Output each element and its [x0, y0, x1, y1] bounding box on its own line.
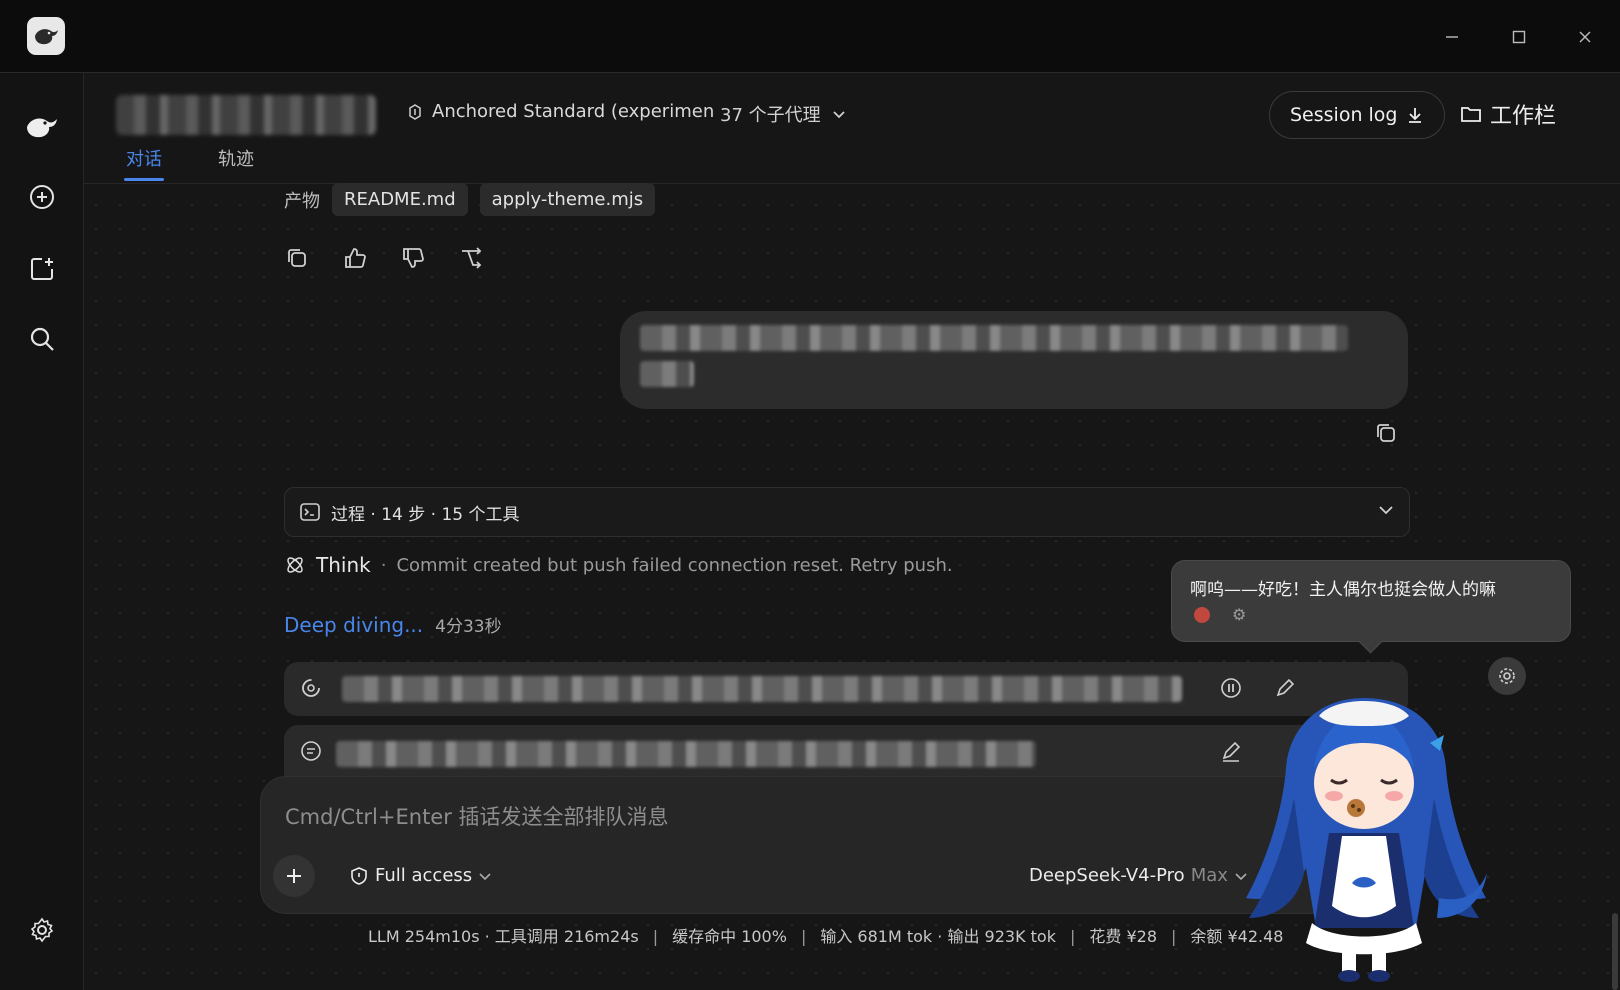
session-log-label: Session log [1290, 104, 1398, 126]
new-chat-icon[interactable] [22, 177, 62, 217]
main-panel: Anchored Standard (experimen 37 个子代理 Ses… [84, 73, 1620, 990]
comment-icon [300, 740, 322, 766]
preset-label: Anchored Standard (experimen [432, 101, 715, 122]
shield-icon [351, 866, 367, 885]
redacted-text [342, 676, 1182, 702]
gear-icon[interactable]: ⚙ [1232, 605, 1246, 624]
model-name: DeepSeek-V4-Pro [1029, 865, 1185, 886]
workbar-button[interactable]: 工作栏 [1460, 97, 1556, 131]
thumbs-up-icon[interactable] [342, 245, 368, 271]
artifact-chip[interactable]: README.md [332, 183, 468, 216]
model-mode: Max [1190, 865, 1228, 886]
preset-selector[interactable]: Anchored Standard (experimen [406, 101, 714, 122]
mascot-speech-text: 啊呜——好吃！主人偶尔也挺会做人的嘛 [1190, 580, 1496, 600]
attach-button[interactable] [273, 855, 315, 897]
process-label: 过程 · 14 步 · 15 个工具 [331, 504, 520, 525]
mascot-character[interactable] [1234, 668, 1494, 988]
folder-icon [1461, 107, 1481, 122]
tab-trajectory[interactable]: 轨迹 [218, 145, 254, 171]
think-message: Commit created but push failed connectio… [396, 554, 953, 576]
branch-icon[interactable] [458, 245, 484, 271]
artifacts-label: 产物 [284, 190, 320, 212]
mascot-speech-bubble: 啊呜——好吃！主人偶尔也挺会做人的嘛 ⚙ [1171, 560, 1571, 642]
stop-icon[interactable] [1194, 607, 1210, 623]
cost: 花费 ¥28 [1089, 927, 1158, 946]
copy-icon[interactable] [1374, 421, 1398, 449]
atom-icon [287, 557, 303, 573]
deepseek-logo-icon[interactable] [22, 107, 62, 147]
chevron-down-icon [833, 111, 845, 119]
access-label: Full access [375, 865, 473, 886]
spinner-icon [300, 677, 322, 703]
close-icon[interactable] [1568, 20, 1602, 54]
cache-hit: 缓存命中 100% [672, 927, 787, 946]
usage-statusbar: LLM 254m10s · 工具调用 216m24s | 缓存命中 100% | 输入 … [368, 927, 1284, 946]
tab-conversation[interactable]: 对话 [124, 145, 164, 181]
separator-dot: · [380, 554, 387, 576]
subagents-label: 37 个子代理 [720, 105, 821, 126]
llm-time: LLM 254m10s · 工具调用 216m24s [368, 927, 639, 946]
process-summary[interactable]: 过程 · 14 步 · 15 个工具 [284, 487, 1410, 537]
subagents-dropdown[interactable]: 37 个子代理 [720, 101, 847, 127]
artifacts-row: 产物 README.md apply-theme.mjs [284, 183, 656, 216]
terminal-icon [300, 503, 320, 521]
workbar-label: 工作栏 [1490, 104, 1557, 129]
minimize-icon[interactable] [1435, 20, 1469, 54]
model-selector[interactable]: DeepSeek-V4-Pro Max [1029, 865, 1248, 886]
header: Anchored Standard (experimen 37 个子代理 Ses… [84, 73, 1620, 184]
deep-diving-label: Deep diving... [284, 613, 424, 637]
chevron-down-icon [1377, 500, 1395, 522]
elapsed-time: 4分33秒 [435, 617, 502, 637]
think-row: Think · Commit created but push failed c… [284, 553, 953, 577]
redacted-text [640, 325, 1348, 351]
title-bar [0, 0, 1620, 73]
gear-icon [1499, 668, 1515, 684]
preset-icon [409, 103, 421, 120]
redacted-text [640, 361, 694, 387]
settings-icon[interactable] [22, 910, 62, 950]
composer-placeholder[interactable]: Cmd/Ctrl+Enter 插话发送全部排队消息 [285, 801, 669, 831]
think-label: Think [316, 553, 371, 577]
user-message-bubble [620, 311, 1408, 409]
maximize-icon[interactable] [1502, 20, 1536, 54]
new-project-icon[interactable] [22, 249, 62, 289]
conversation-title-redacted [116, 95, 376, 135]
message-actions [284, 245, 484, 271]
artifact-chip[interactable]: apply-theme.mjs [479, 183, 656, 216]
download-icon [1408, 108, 1421, 123]
status-line: Deep diving... 4分33秒 [284, 612, 502, 637]
app-logo-icon[interactable] [27, 17, 65, 55]
search-icon[interactable] [22, 319, 62, 359]
scrollbar[interactable] [1612, 913, 1618, 990]
redacted-text [336, 741, 1036, 767]
token-usage: 输入 681M tok · 输出 923K tok [820, 927, 1056, 946]
session-log-button[interactable]: Session log [1269, 91, 1445, 139]
access-dropdown[interactable]: Full access [349, 865, 492, 886]
chevron-down-icon [479, 872, 491, 880]
sidebar [0, 73, 84, 990]
copy-icon[interactable] [284, 245, 310, 271]
plus-icon [287, 869, 301, 883]
thumbs-down-icon[interactable] [400, 245, 426, 271]
